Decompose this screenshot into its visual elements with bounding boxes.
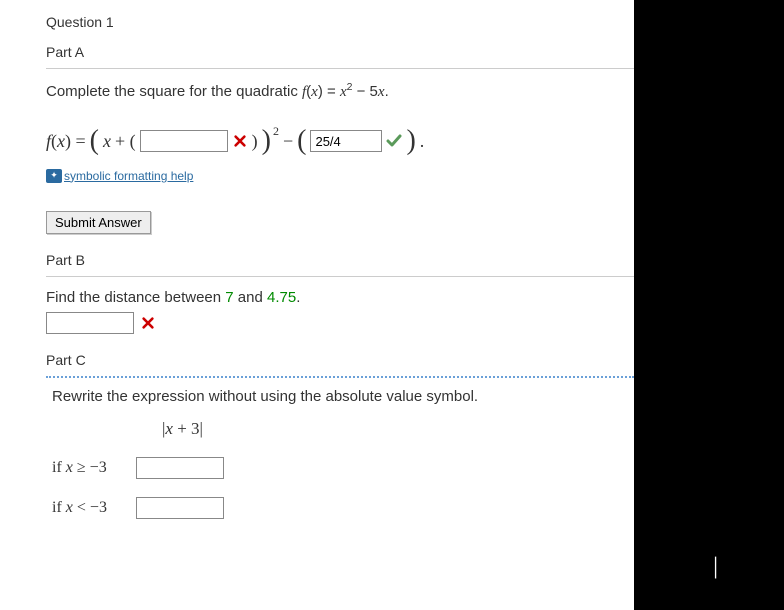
paren2-close: ) — [406, 127, 415, 155]
minus: − — [283, 131, 293, 152]
part-a-prompt: Complete the square for the quadratic f(… — [46, 81, 634, 101]
abs-expression: |x + 3| — [52, 419, 634, 439]
case-2-input[interactable] — [136, 497, 224, 519]
plus-open: + ( — [115, 131, 136, 152]
inner-x: x — [103, 131, 111, 152]
fx-x: x — [311, 84, 318, 100]
text-cursor-icon: │ — [711, 557, 722, 578]
squared-exp: 2 — [273, 124, 279, 139]
eq-period: . — [420, 131, 425, 152]
part-c-label: Part C — [46, 352, 634, 368]
case-1-input[interactable] — [136, 457, 224, 479]
abs-plus: + 3 — [173, 419, 200, 438]
submit-button[interactable]: Submit Answer — [46, 211, 151, 234]
equation-row: f(x) = ( x + ( ) ) 2 − ( ) . — [46, 127, 634, 155]
fx-f: f — [302, 84, 306, 100]
symbolic-help-link[interactable]: ✦ symbolic formatting help — [46, 169, 193, 183]
big-paren-open: ( — [90, 127, 99, 155]
pb-mid: and — [234, 289, 267, 306]
wrong-icon — [232, 133, 248, 149]
case-1-row: if x ≥ −3 — [52, 457, 634, 479]
case-2-row: if x < −3 — [52, 497, 634, 519]
rhs-tail-x: x — [378, 84, 385, 100]
part-a-box: Complete the square for the quadratic f(… — [46, 68, 634, 234]
part-a-label: Part A — [46, 44, 634, 60]
part-b-prompt: Find the distance between 7 and 4.75. — [46, 289, 634, 306]
pb-pre: Find the distance between — [46, 289, 225, 306]
rhs-x: x — [340, 84, 347, 100]
help-badge-icon: ✦ — [46, 169, 62, 183]
part-b-label: Part B — [46, 252, 634, 268]
question-title: Question 1 — [46, 14, 634, 30]
blank-1-input[interactable] — [140, 130, 228, 152]
abs-var: x — [165, 419, 173, 438]
prompt-text: Complete the square for the quadratic — [46, 83, 302, 100]
help-link-text: symbolic formatting help — [64, 169, 193, 183]
rhs-tail: − 5 — [352, 83, 377, 100]
pb-val1: 7 — [225, 289, 233, 306]
big-paren-close: ) — [262, 127, 271, 155]
part-c-prompt: Rewrite the expression without using the… — [52, 388, 634, 405]
blank-2-input[interactable] — [310, 130, 382, 152]
case-2-label: if x < −3 — [52, 499, 118, 517]
content-pane: Question 1 Part A Complete the square fo… — [0, 0, 634, 610]
black-sidebar: │ — [634, 0, 784, 610]
correct-icon — [386, 133, 402, 149]
pb-post: . — [296, 289, 300, 306]
inner-close: ) — [252, 131, 258, 152]
wrong-icon — [140, 315, 156, 331]
part-b-input[interactable] — [46, 312, 134, 334]
prompt-period: . — [385, 83, 389, 100]
eq-lhs: f(x) = — [46, 131, 86, 152]
case-1-label: if x ≥ −3 — [52, 459, 118, 477]
eq-sign: = — [323, 83, 340, 100]
pb-val2: 4.75 — [267, 289, 296, 306]
part-c-box: Rewrite the expression without using the… — [46, 376, 634, 519]
paren2-open: ( — [297, 127, 306, 155]
part-b-box: Find the distance between 7 and 4.75. — [46, 276, 634, 334]
abs-close: | — [200, 419, 203, 438]
